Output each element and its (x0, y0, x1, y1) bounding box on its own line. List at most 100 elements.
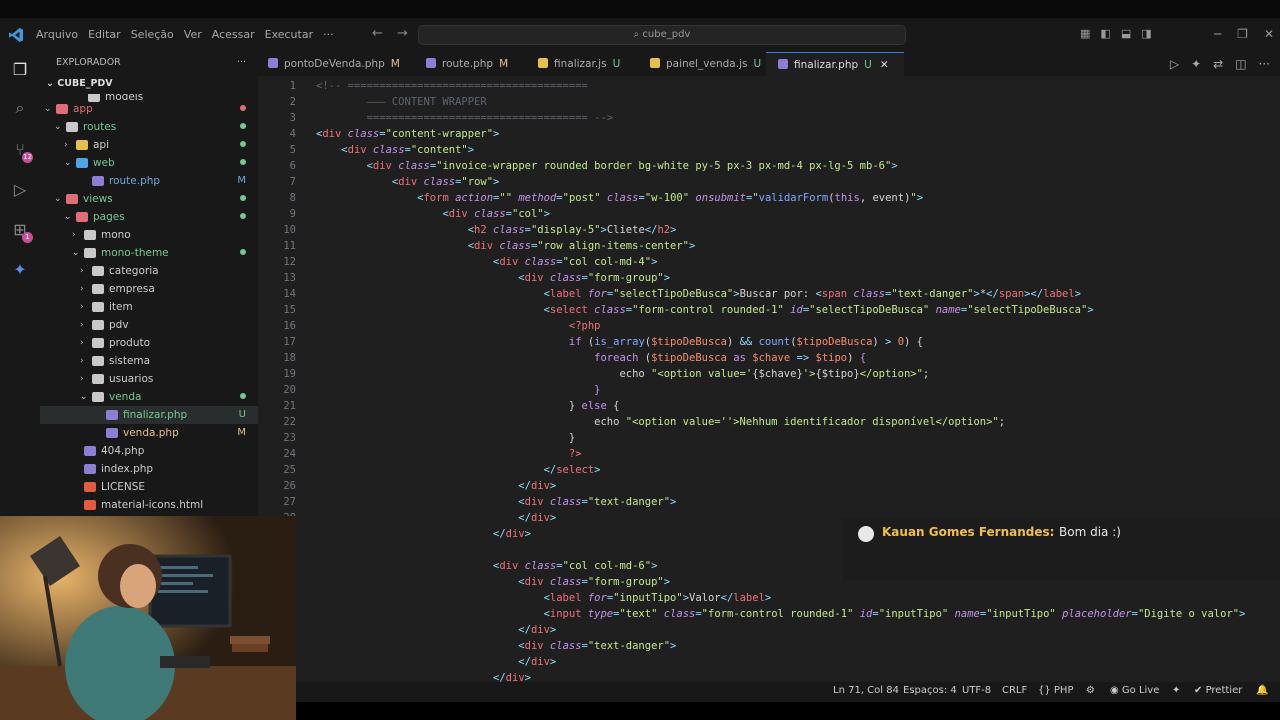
run-icon[interactable]: ▷ (1170, 57, 1179, 71)
toggle-panel-icon[interactable]: ⬓ (1121, 27, 1131, 40)
programmer-illustration (0, 516, 296, 720)
tree-item[interactable]: › api (40, 136, 258, 154)
tree-item-label: web (93, 157, 115, 169)
menu-editar[interactable]: Editar (88, 28, 121, 41)
chevron-right-icon: › (80, 266, 84, 276)
tab-route[interactable]: route.php M (416, 52, 536, 76)
notifications-bell-icon[interactable]: 🔔 (1256, 685, 1268, 696)
more-actions-icon[interactable]: ··· (237, 52, 246, 74)
compare-icon[interactable]: ⇄ (1213, 57, 1223, 71)
code-line: <div class="invoice-wrapper rounded bord… (366, 160, 898, 172)
code-line: </div> (518, 480, 557, 492)
encoding[interactable]: UTF-8 (962, 685, 991, 696)
git-status (240, 208, 246, 226)
explorer-icon[interactable]: ❐ (10, 60, 30, 80)
tree-item-label: item (109, 301, 133, 313)
tree-item[interactable]: venda.php M (40, 424, 258, 442)
customize-layout-icon[interactable]: ▦ (1080, 27, 1090, 40)
bottom-strip (296, 702, 1280, 720)
toggle-sidebar-icon[interactable]: ◧ (1100, 27, 1110, 40)
prettier-button[interactable]: ✔ Prettier (1194, 685, 1242, 696)
tree-item[interactable]: route.php M (40, 172, 258, 190)
chevron-right-icon: › (72, 230, 76, 240)
indentation[interactable]: Espaços: 4 (903, 685, 957, 696)
minimize-icon[interactable]: ─ (1214, 27, 1221, 41)
line-number: 10 (283, 224, 296, 236)
tree-item[interactable]: LICENSE (40, 478, 258, 496)
workspace-root[interactable]: ⌄ CUBE_PDV (40, 74, 258, 94)
tree-item[interactable]: material-icons.html (40, 496, 258, 514)
code-editor[interactable]: 1 2 3 4 5 6 7 8 9 10 11 12 13 14 15 16 17 18 19 20 21 22 23 24 2… (258, 76, 1280, 682)
tab-painel-venda[interactable]: painel_venda.js U (640, 52, 772, 76)
go-live-button[interactable]: ◉ Go Live (1110, 685, 1159, 696)
toggle-secondary-sidebar-icon[interactable]: ◨ (1141, 27, 1151, 40)
code-line: <div class="row align-items-center"> (467, 240, 696, 252)
menu-arquivo[interactable]: Arquivo (36, 28, 78, 41)
tree-item[interactable]: 404.php (40, 442, 258, 460)
code-line: ?> (568, 448, 582, 460)
tree-item[interactable]: ⌄ venda (40, 388, 258, 406)
tab-pontodevenda[interactable]: pontoDeVenda.php M (258, 52, 418, 76)
tree-item[interactable]: › usuarios (40, 370, 258, 388)
tab-finalizar-js[interactable]: finalizar.js U (528, 52, 648, 76)
tree-item[interactable]: › item (40, 298, 258, 316)
code-line: echo "<option value='{$chave}'>{$tipo}</… (619, 368, 930, 380)
tree-item[interactable]: finalizar.php U (40, 406, 258, 424)
copilot-icon[interactable]: ✦ (10, 260, 30, 280)
js-file-icon (650, 58, 660, 68)
menu-selecao[interactable]: Seleção (131, 28, 174, 41)
tree-item[interactable]: index.php (40, 460, 258, 478)
tree-item[interactable]: ⌄ web (40, 154, 258, 172)
line-ending[interactable]: CRLF (1002, 685, 1027, 696)
language-mode[interactable]: {} PHP (1038, 685, 1074, 696)
line-number: 25 (283, 464, 296, 476)
tree-item[interactable]: › sistema (40, 352, 258, 370)
git-status (240, 154, 246, 172)
chevron-down-icon: ⌄ (46, 78, 58, 89)
back-arrow-icon[interactable]: ← (372, 26, 383, 41)
tree-item[interactable]: ⌄ views (40, 190, 258, 208)
command-center-search[interactable]: ⌕ cube_pdv (418, 25, 906, 45)
menu-more[interactable]: ··· (323, 28, 334, 41)
avatar (858, 526, 874, 542)
tab-finalizar-php[interactable]: finalizar.php U ✕ (766, 52, 904, 77)
restore-icon[interactable]: ❐ (1237, 27, 1248, 41)
more-editor-actions-icon[interactable]: ··· (1259, 57, 1270, 71)
php-file-icon (92, 176, 104, 186)
tree-item[interactable]: ⌄ routes (40, 118, 258, 136)
chevron-down-icon: ⌄ (72, 248, 80, 258)
code-line: } (594, 384, 601, 396)
tree-item[interactable]: › categoria (40, 262, 258, 280)
copilot-status-icon[interactable]: ⚙ (1086, 685, 1095, 696)
split-editor-icon[interactable]: ◫ (1235, 57, 1246, 71)
chevron-down-icon: ⌄ (64, 158, 72, 168)
git-status (240, 244, 246, 262)
close-tab-icon[interactable]: ✕ (880, 59, 889, 71)
tree-item[interactable]: ⌄ app (40, 100, 258, 118)
code-line: <div class="form-group"> (518, 272, 671, 284)
status-bar: Ln 71, Col 84 Espaços: 4 UTF-8 CRLF {} P… (296, 682, 1280, 702)
menu-executar[interactable]: Executar (265, 28, 314, 41)
tree-item[interactable]: › mono (40, 226, 258, 244)
close-window-icon[interactable]: ✕ (1264, 27, 1274, 41)
forward-arrow-icon[interactable]: → (397, 26, 408, 41)
tree-item[interactable]: ⌄ mono-theme (40, 244, 258, 262)
check-icon: ✔ (1194, 685, 1206, 696)
code-line: <div class="form-group"> (518, 576, 671, 588)
menu-acessar[interactable]: Acessar (212, 28, 255, 41)
tree-item[interactable]: › empresa (40, 280, 258, 298)
tree-item-label: route.php (109, 175, 161, 187)
menu-ver[interactable]: Ver (184, 28, 202, 41)
copilot-star-icon[interactable]: ✦ (1172, 685, 1180, 696)
chevron-right-icon: › (80, 338, 84, 348)
search-sidebar-icon[interactable]: ⌕ (10, 98, 30, 118)
cursor-position[interactable]: Ln 71, Col 84 (833, 685, 899, 696)
tree-item[interactable]: › pdv (40, 316, 258, 334)
git-status-dot (240, 105, 246, 111)
file-tree: models ⌄ app ⌄ routes › api ⌄ web route.php M ⌄ view… (40, 94, 258, 514)
tree-item[interactable]: ⌄ pages (40, 208, 258, 226)
tree-item[interactable]: › produto (40, 334, 258, 352)
copilot-chat-icon[interactable]: ✦ (1191, 57, 1201, 71)
tree-item-label: api (93, 139, 110, 151)
run-debug-icon[interactable]: ▷ (10, 180, 30, 200)
